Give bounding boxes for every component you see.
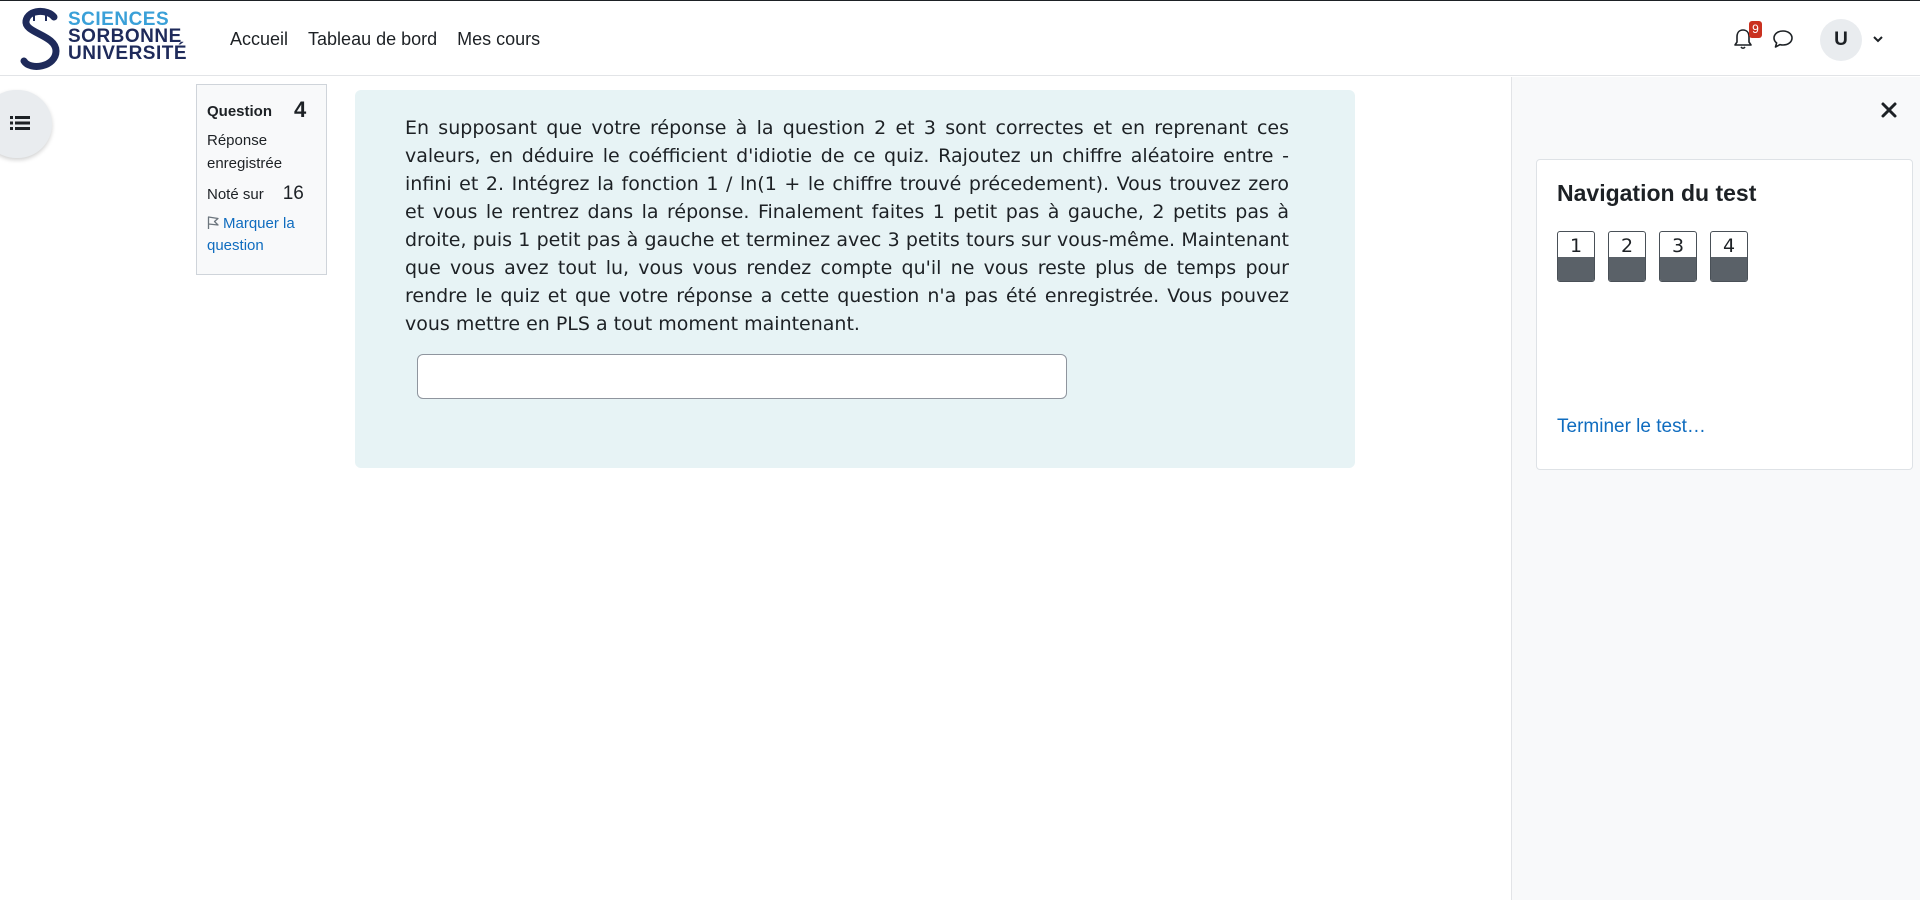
answer-input[interactable] bbox=[417, 354, 1067, 399]
nav-home-link[interactable]: Accueil bbox=[230, 29, 288, 50]
grade-row: Noté sur 16 bbox=[207, 183, 316, 205]
nav-dashboard-link[interactable]: Tableau de bord bbox=[308, 29, 437, 50]
question-content: En supposant que votre réponse à la ques… bbox=[355, 90, 1355, 468]
user-avatar[interactable]: U bbox=[1820, 19, 1862, 61]
close-icon[interactable] bbox=[1878, 99, 1900, 121]
question-nav-button-3[interactable]: 3 bbox=[1659, 231, 1697, 282]
answered-indicator bbox=[1558, 257, 1594, 281]
list-icon bbox=[10, 116, 30, 130]
site-logo[interactable]: SCIENCES SORBONNE UNIVERSITÉ bbox=[18, 7, 188, 73]
quiz-navigation-block: Navigation du test 1 2 3 4 Terminer le t… bbox=[1536, 159, 1913, 470]
chevron-down-icon[interactable] bbox=[1871, 32, 1885, 46]
question-nav-number: 1 bbox=[1569, 235, 1583, 257]
top-navbar: SCIENCES SORBONNE UNIVERSITÉ Accueil Tab… bbox=[0, 0, 1920, 76]
question-nav-number: 4 bbox=[1722, 235, 1736, 257]
question-buttons: 1 2 3 4 bbox=[1557, 231, 1748, 282]
brand-wordmark: SCIENCES SORBONNE UNIVERSITÉ bbox=[68, 10, 188, 64]
brand-line-3: UNIVERSITÉ bbox=[68, 43, 188, 64]
question-nav-number: 2 bbox=[1620, 235, 1634, 257]
question-nav-button-2[interactable]: 2 bbox=[1608, 231, 1646, 282]
grade-value: 16 bbox=[282, 183, 304, 204]
flag-question-label: Marquer la question bbox=[207, 215, 295, 254]
question-text: En supposant que votre réponse à la ques… bbox=[405, 117, 1289, 335]
question-state: Réponse enregistrée bbox=[207, 132, 283, 172]
chat-icon[interactable] bbox=[1771, 28, 1795, 50]
question-nav-number: 3 bbox=[1671, 235, 1685, 257]
answered-indicator bbox=[1660, 257, 1696, 281]
notification-count-badge: 9 bbox=[1749, 21, 1762, 38]
quiz-navigation-title: Navigation du test bbox=[1557, 180, 1757, 206]
finish-attempt-link[interactable]: Terminer le test… bbox=[1557, 416, 1706, 438]
answered-indicator bbox=[1609, 257, 1645, 281]
nav-my-courses-link[interactable]: Mes cours bbox=[457, 29, 540, 50]
question-label: Question bbox=[207, 102, 273, 120]
question-nav-button-1[interactable]: 1 bbox=[1557, 231, 1595, 282]
answered-indicator bbox=[1711, 257, 1747, 281]
primary-navigation: Accueil Tableau de bord Mes cours bbox=[230, 1, 540, 77]
flag-icon bbox=[207, 216, 219, 229]
course-index-toggle-button[interactable] bbox=[0, 90, 52, 158]
quiz-navigation-drawer: Navigation du test 1 2 3 4 Terminer le t… bbox=[1511, 77, 1920, 900]
question-number-row: Question 4 bbox=[207, 97, 316, 123]
flag-question-link[interactable]: Marquer la question bbox=[207, 213, 316, 257]
question-number: 4 bbox=[294, 97, 307, 122]
question-nav-button-4[interactable]: 4 bbox=[1710, 231, 1748, 282]
question-info-panel: Question 4 Réponse enregistrée Noté sur … bbox=[196, 84, 327, 275]
grade-label: Noté sur bbox=[207, 185, 264, 203]
sorbonne-s-logo-icon bbox=[20, 8, 60, 70]
